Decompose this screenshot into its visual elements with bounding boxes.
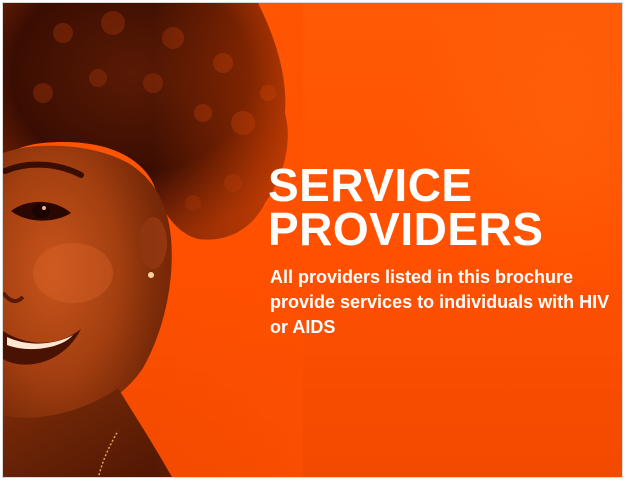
brochure-cover: SERVICE PROVIDERS All providers listed i… — [2, 2, 623, 478]
page-title: SERVICE PROVIDERS — [268, 159, 544, 255]
title-line-service: SERVICE — [268, 159, 473, 211]
woman-portrait-image — [3, 3, 303, 477]
subtitle-text: All providers listed in this brochure pr… — [270, 267, 610, 337]
title-line-providers: PROVIDERS — [268, 203, 544, 255]
